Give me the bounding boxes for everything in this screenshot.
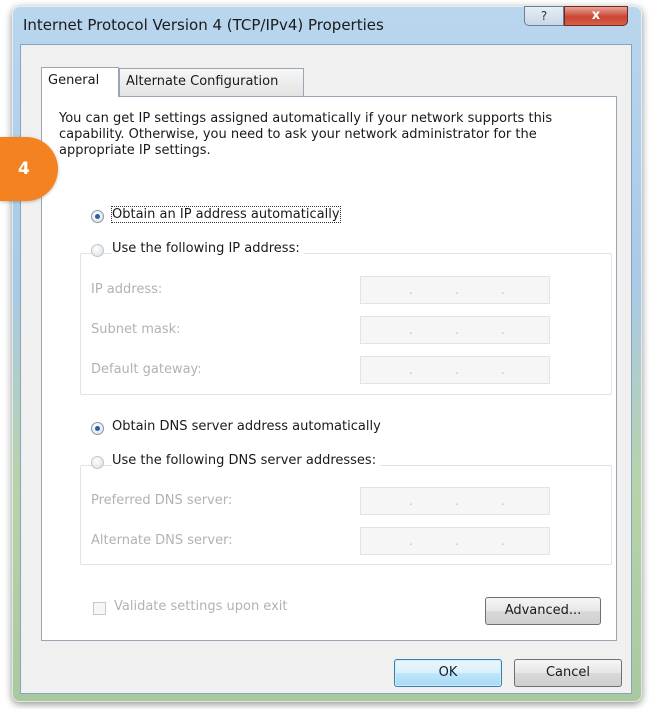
use-following-ip-label[interactable]: Use the following IP address: <box>112 241 304 256</box>
close-button[interactable]: x <box>564 6 628 26</box>
use-following-dns-label[interactable]: Use the following DNS server addresses: <box>112 453 381 468</box>
preferred-dns-label: Preferred DNS server: <box>91 493 233 508</box>
validate-settings-checkbox[interactable] <box>93 602 106 615</box>
advanced-button[interactable]: Advanced... <box>485 597 601 625</box>
obtain-ip-auto-radio[interactable] <box>91 210 104 223</box>
dialog-client-area: General Alternate Configuration You can … <box>20 44 632 694</box>
tab-alternate-configuration[interactable]: Alternate Configuration <box>119 68 304 96</box>
ip-address-input[interactable]: ... <box>360 276 550 304</box>
caption-buttons: ? x <box>524 6 628 26</box>
obtain-ip-auto-label[interactable]: Obtain an IP address automatically <box>111 206 341 223</box>
window-title: Internet Protocol Version 4 (TCP/IPv4) P… <box>23 16 384 34</box>
alternate-dns-input[interactable]: ... <box>360 527 550 555</box>
intro-text: You can get IP settings assigned automat… <box>59 111 553 158</box>
preferred-dns-input[interactable]: ... <box>360 487 550 515</box>
alternate-dns-label: Alternate DNS server: <box>91 533 233 548</box>
obtain-dns-auto-radio[interactable] <box>91 422 104 435</box>
ip-address-label: IP address: <box>91 282 163 297</box>
help-button[interactable]: ? <box>524 6 564 26</box>
subnet-mask-input[interactable]: ... <box>360 316 550 344</box>
obtain-dns-auto-label[interactable]: Obtain DNS server address automatically <box>112 419 381 434</box>
general-panel: You can get IP settings assigned automat… <box>41 96 617 641</box>
ok-button[interactable]: OK <box>394 659 502 687</box>
cancel-button[interactable]: Cancel <box>514 659 622 687</box>
validate-settings-label[interactable]: Validate settings upon exit <box>114 599 287 614</box>
tab-general[interactable]: General <box>41 67 119 97</box>
default-gateway-input[interactable]: ... <box>360 356 550 384</box>
use-following-dns-radio[interactable] <box>91 456 104 469</box>
dialog-window: Internet Protocol Version 4 (TCP/IPv4) P… <box>12 6 642 702</box>
title-bar[interactable]: Internet Protocol Version 4 (TCP/IPv4) P… <box>12 6 642 46</box>
default-gateway-label: Default gateway: <box>91 362 202 377</box>
use-following-ip-radio[interactable] <box>91 244 104 257</box>
subnet-mask-label: Subnet mask: <box>91 322 181 337</box>
